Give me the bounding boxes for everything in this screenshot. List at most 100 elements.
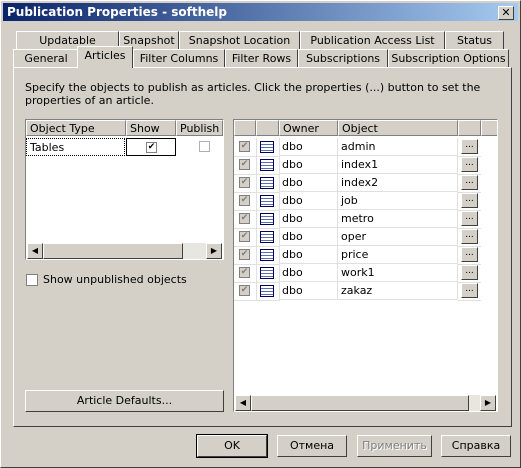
title-bar[interactable]: Publication Properties - softhelp ✕ [3, 3, 518, 21]
object-type-cell[interactable]: Tables [26, 138, 125, 156]
table-row[interactable]: ✔ dbo work1... [234, 264, 497, 283]
row-properties-cell: ... [458, 138, 481, 157]
apply-button[interactable]: Применить [357, 435, 432, 457]
row-check-cell[interactable]: ✔ [234, 282, 257, 301]
object-name-cell: admin [338, 138, 458, 156]
article-defaults-button[interactable]: Article Defaults... [25, 390, 224, 412]
owner-cell: dbo [279, 228, 338, 246]
table-row[interactable]: ✔ dbo metro... [234, 210, 497, 229]
object-type-list[interactable]: Object Type Show Publish A Tables ✔ ◀ ▶ [25, 119, 224, 260]
tab-filter-columns[interactable]: Filter Columns [133, 49, 225, 67]
row-check-cell[interactable]: ✔ [234, 138, 257, 157]
tab-status[interactable]: Status [445, 31, 504, 49]
table-icon [260, 213, 274, 225]
table-icon [260, 285, 274, 297]
tab-articles[interactable]: Articles [77, 46, 133, 68]
article-checkbox[interactable]: ✔ [239, 249, 250, 260]
show-unpublished-checkbox[interactable] [26, 274, 38, 286]
article-checkbox[interactable]: ✔ [239, 159, 250, 170]
tab-subscription-options[interactable]: Subscription Options [388, 49, 509, 67]
scroll-right-button[interactable]: ▶ [480, 395, 496, 411]
tab-filter-rows[interactable]: Filter Rows [225, 49, 298, 67]
properties-button[interactable]: ... [461, 157, 478, 172]
table-row[interactable]: ✔ dbo index1... [234, 156, 497, 175]
publish-all-cell[interactable] [176, 138, 223, 156]
help-button[interactable]: Справка [441, 435, 511, 457]
article-checkbox[interactable]: ✔ [239, 177, 250, 188]
close-icon: ✕ [501, 6, 511, 19]
properties-button[interactable]: ... [461, 247, 478, 262]
column-header-object[interactable]: Object [338, 120, 458, 136]
table-row[interactable]: ✔ dbo job... [234, 192, 497, 211]
ok-button[interactable]: OK [196, 434, 268, 458]
type-list-hscrollbar[interactable]: ◀ ▶ [27, 243, 222, 259]
show-unpublished-label[interactable]: Show unpublished objects [43, 273, 187, 286]
scroll-left-button[interactable]: ◀ [27, 243, 43, 259]
table-icon [260, 141, 274, 153]
owner-cell: dbo [279, 210, 338, 228]
table-row[interactable]: ✔ dbo admin... [234, 138, 497, 157]
tab-label: Filter Columns [139, 52, 219, 65]
tab-publication-access-list[interactable]: Publication Access List [300, 31, 445, 49]
tab-subscriptions[interactable]: Subscriptions [298, 49, 388, 67]
row-check-cell[interactable]: ✔ [234, 192, 257, 211]
properties-button[interactable]: ... [461, 211, 478, 226]
row-check-cell[interactable]: ✔ [234, 174, 257, 193]
row-properties-cell: ... [458, 246, 481, 265]
close-button[interactable]: ✕ [498, 6, 514, 20]
show-checkbox[interactable]: ✔ [146, 142, 157, 153]
scroll-thumb[interactable] [251, 395, 469, 411]
row-check-cell[interactable]: ✔ [234, 264, 257, 283]
scroll-right-button[interactable]: ▶ [206, 243, 222, 259]
tab-general[interactable]: General [13, 49, 79, 67]
table-row[interactable]: ✔ dbo zakaz... [234, 282, 497, 301]
column-header-owner[interactable]: Owner [279, 120, 338, 136]
article-checkbox[interactable]: ✔ [239, 141, 250, 152]
tab-label: Articles [84, 49, 126, 62]
articles-object-list[interactable]: Owner Object ✔ dbo admin... ✔ dbo index1... ✔ d… [233, 119, 498, 412]
row-icon-cell [256, 210, 280, 229]
properties-button[interactable]: ... [461, 175, 478, 190]
properties-button[interactable]: ... [461, 139, 478, 154]
row-properties-cell: ... [458, 282, 481, 301]
tab-label: Status [456, 34, 493, 47]
article-checkbox[interactable]: ✔ [239, 195, 250, 206]
column-header-show[interactable]: Show [126, 120, 176, 136]
properties-button[interactable]: ... [461, 283, 478, 298]
properties-button[interactable]: ... [461, 193, 478, 208]
row-check-cell[interactable]: ✔ [234, 246, 257, 265]
column-header-checkbox[interactable] [234, 120, 256, 136]
row-properties-cell: ... [458, 264, 481, 283]
object-name-cell: index2 [338, 174, 458, 192]
column-header-icon[interactable] [256, 120, 279, 136]
tab-label: Subscription Options [391, 52, 506, 65]
column-header-publish-all[interactable]: Publish A [176, 120, 223, 136]
button-label: Отмена [289, 439, 335, 452]
row-check-cell[interactable]: ✔ [234, 210, 257, 229]
article-checkbox[interactable]: ✔ [239, 213, 250, 224]
object-name-cell: job [338, 192, 458, 210]
cancel-button[interactable]: Отмена [277, 435, 347, 457]
properties-button[interactable]: ... [461, 229, 478, 244]
scroll-thumb[interactable] [43, 243, 183, 259]
table-row[interactable]: ✔ dbo price... [234, 246, 497, 265]
object-list-hscrollbar[interactable]: ◀ ▶ [235, 395, 496, 411]
row-check-cell[interactable]: ✔ [234, 156, 257, 175]
show-cell[interactable]: ✔ [126, 138, 176, 156]
row-icon-cell [256, 246, 280, 265]
table-row[interactable]: ✔ dbo oper... [234, 228, 497, 247]
properties-button[interactable]: ... [461, 265, 478, 280]
row-check-cell[interactable]: ✔ [234, 228, 257, 247]
row-icon-cell [256, 156, 280, 175]
column-header-properties[interactable] [458, 120, 481, 136]
table-row[interactable]: ✔ dbo index2... [234, 174, 497, 193]
scroll-left-button[interactable]: ◀ [235, 395, 251, 411]
article-checkbox[interactable]: ✔ [239, 267, 250, 278]
column-header-object-type[interactable]: Object Type [26, 120, 126, 136]
object-name-cell: price [338, 246, 458, 264]
tab-snapshot-location[interactable]: Snapshot Location [179, 31, 300, 49]
article-checkbox[interactable]: ✔ [239, 285, 250, 296]
article-checkbox[interactable]: ✔ [239, 231, 250, 242]
row-icon-cell [256, 174, 280, 193]
publish-all-checkbox[interactable] [199, 141, 210, 152]
